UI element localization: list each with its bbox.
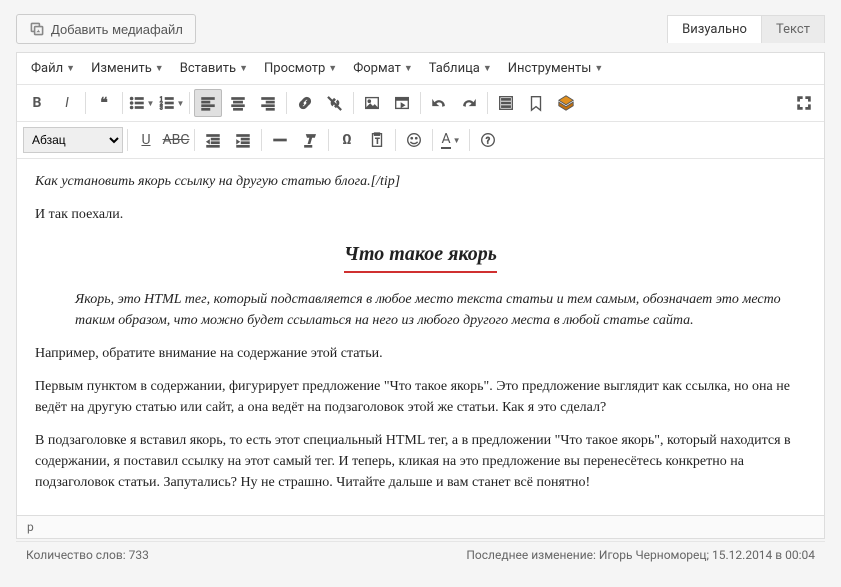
separator [469, 129, 470, 151]
hr-button[interactable] [266, 126, 294, 154]
align-left-button[interactable] [194, 89, 222, 117]
svg-text:T: T [375, 137, 380, 146]
indent-button[interactable] [229, 126, 257, 154]
add-media-button[interactable]: Добавить медиафайл [16, 14, 196, 44]
paragraph: В подзаголовке я вставил якорь, то есть … [35, 430, 806, 493]
underline-button[interactable]: U [132, 126, 160, 154]
tab-visual[interactable]: Визуально [668, 16, 762, 43]
svg-text:3: 3 [159, 105, 162, 111]
bookmark-button[interactable] [522, 89, 550, 117]
redo-button[interactable] [455, 89, 483, 117]
format-select[interactable]: Абзац [23, 127, 123, 153]
caret-icon: ▼ [239, 63, 248, 74]
separator [286, 92, 287, 114]
svg-text:?: ? [486, 137, 490, 147]
menu-format[interactable]: Формат▼ [347, 57, 419, 80]
outdent-button[interactable] [199, 126, 227, 154]
italic-button[interactable]: I [53, 89, 81, 117]
add-media-label: Добавить медиафайл [51, 22, 183, 37]
tab-text[interactable]: Текст [762, 16, 824, 43]
remove-format-button[interactable] [296, 126, 324, 154]
caret-icon: ▼ [155, 63, 164, 74]
menu-view[interactable]: Просмотр▼ [258, 57, 343, 80]
caret-icon: ▼ [404, 63, 413, 74]
bullet-list-button[interactable]: ▼ [127, 89, 155, 117]
separator [194, 129, 195, 151]
align-right-button[interactable] [254, 89, 282, 117]
menu-table[interactable]: Таблица▼ [423, 57, 498, 80]
paste-text-button[interactable]: T [363, 126, 391, 154]
editor-container: Файл▼ Изменить▼ Вставить▼ Просмотр▼ Форм… [16, 52, 825, 539]
toolbar-row-1: B I ❝ ▼ 123▼ [17, 85, 824, 122]
separator [353, 92, 354, 114]
blockquote-text: Якорь, это HTML тег, который подставляет… [35, 289, 806, 331]
separator [432, 129, 433, 151]
fullscreen-button[interactable] [790, 89, 818, 117]
bold-button[interactable]: B [23, 89, 51, 117]
separator [127, 129, 128, 151]
caret-icon: ▼ [147, 99, 155, 108]
insert-image-button[interactable] [358, 89, 386, 117]
text-color-button[interactable]: A▼ [437, 126, 465, 154]
separator [420, 92, 421, 114]
separator [261, 129, 262, 151]
insert-media-button[interactable] [388, 89, 416, 117]
emoji-button[interactable] [400, 126, 428, 154]
caret-icon: ▼ [453, 136, 461, 145]
toolbar-row-2: Абзац U ABC Ω T A▼ ? [17, 122, 824, 159]
tip-text: Как установить якорь ссылку на другую ст… [35, 171, 806, 192]
caret-icon: ▼ [594, 63, 603, 74]
link-button[interactable] [291, 89, 319, 117]
caret-icon: ▼ [177, 99, 185, 108]
blockquote-button[interactable]: ❝ [90, 89, 118, 117]
menu-file[interactable]: Файл▼ [25, 57, 81, 80]
separator [487, 92, 488, 114]
separator [395, 129, 396, 151]
toolbar-toggle-button[interactable] [492, 89, 520, 117]
numbered-list-button[interactable]: 123▼ [157, 89, 185, 117]
paragraph: Первым пунктом в содержании, фигурирует … [35, 376, 806, 418]
media-icon [29, 21, 45, 37]
unlink-button[interactable] [321, 89, 349, 117]
undo-button[interactable] [425, 89, 453, 117]
heading-anchor: Что такое якорь [344, 239, 497, 273]
last-edit: Последнее изменение: Игорь Черноморец; 1… [466, 548, 815, 562]
caret-icon: ▼ [483, 63, 492, 74]
menu-insert[interactable]: Вставить▼ [174, 57, 254, 80]
help-button[interactable]: ? [474, 126, 502, 154]
status-path: p [17, 515, 824, 538]
plugin-button[interactable] [552, 89, 580, 117]
separator [122, 92, 123, 114]
caret-icon: ▼ [66, 63, 75, 74]
word-count: Количество слов: 733 [26, 548, 149, 562]
editor-mode-tabs: Визуально Текст [667, 15, 825, 43]
separator [85, 92, 86, 114]
caret-icon: ▼ [328, 63, 337, 74]
menu-tools[interactable]: Инструменты▼ [502, 57, 610, 80]
paragraph: И так поехали. [35, 204, 806, 225]
editor-content[interactable]: Как установить якорь ссылку на другую ст… [17, 159, 824, 515]
menubar: Файл▼ Изменить▼ Вставить▼ Просмотр▼ Форм… [17, 53, 824, 85]
separator [328, 129, 329, 151]
footer: Количество слов: 733 Последнее изменение… [16, 541, 825, 562]
strikethrough-button[interactable]: ABC [162, 126, 190, 154]
special-char-button[interactable]: Ω [333, 126, 361, 154]
separator [189, 92, 190, 114]
menu-edit[interactable]: Изменить▼ [85, 57, 170, 80]
align-center-button[interactable] [224, 89, 252, 117]
paragraph: Например, обратите внимание на содержани… [35, 343, 806, 364]
